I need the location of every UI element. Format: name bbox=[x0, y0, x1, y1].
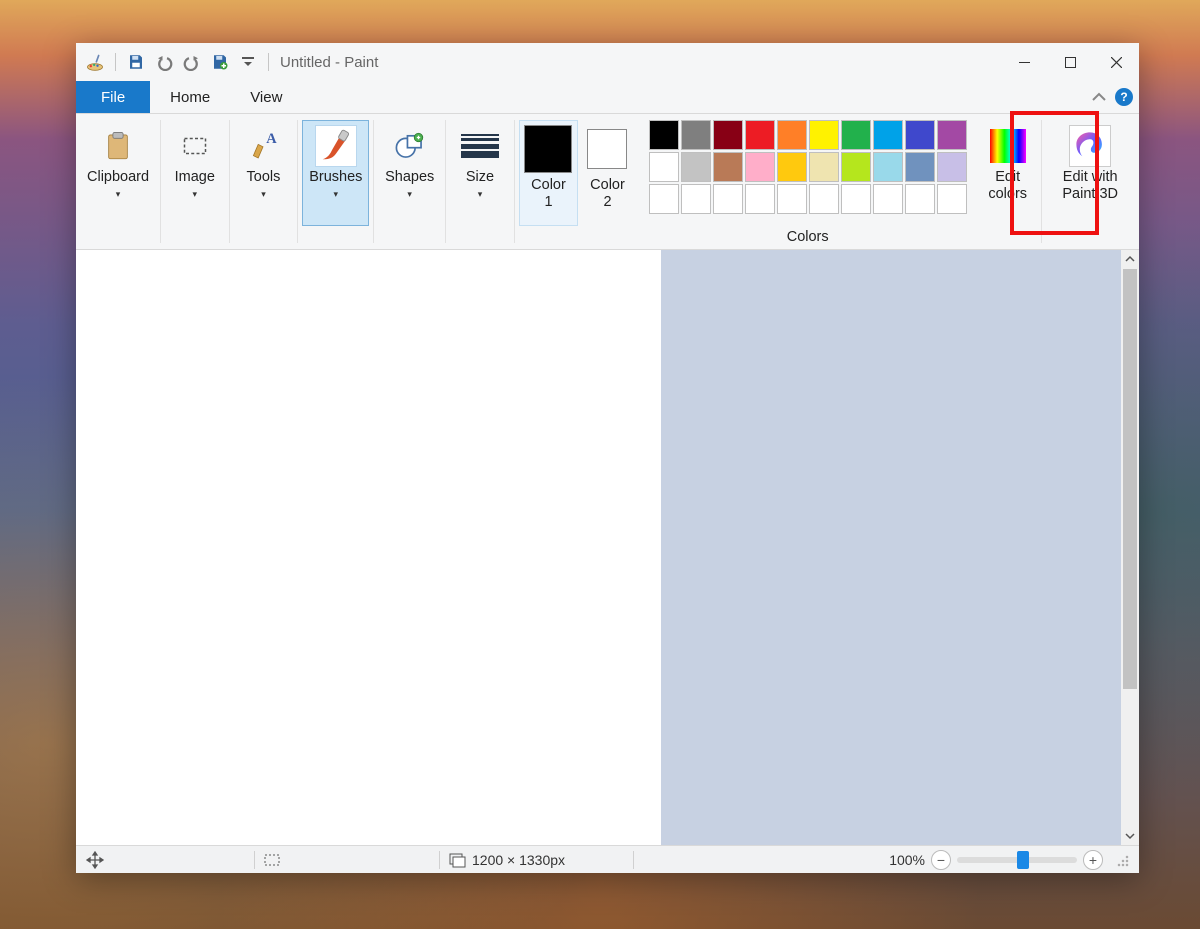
color2-button[interactable]: Color 2 bbox=[578, 120, 636, 226]
palette-swatch[interactable] bbox=[713, 184, 743, 214]
minimize-button[interactable] bbox=[1001, 46, 1047, 78]
palette-swatch[interactable] bbox=[713, 152, 743, 182]
palette-swatch[interactable] bbox=[937, 184, 967, 214]
scroll-down-icon[interactable] bbox=[1121, 827, 1139, 845]
palette-swatch[interactable] bbox=[905, 120, 935, 150]
color-palette-group: Colors bbox=[641, 114, 975, 249]
palette-swatch[interactable] bbox=[809, 152, 839, 182]
window-controls bbox=[1001, 46, 1139, 78]
tab-file[interactable]: File bbox=[76, 81, 150, 113]
palette-swatch[interactable] bbox=[905, 184, 935, 214]
resize-grip-icon[interactable] bbox=[1115, 853, 1129, 867]
palette-swatch[interactable] bbox=[777, 184, 807, 214]
palette-swatch[interactable] bbox=[777, 152, 807, 182]
palette-swatch[interactable] bbox=[713, 120, 743, 150]
svg-text:A: A bbox=[267, 131, 278, 147]
colors-group-label: Colors bbox=[787, 229, 829, 249]
zoom-out-button[interactable]: − bbox=[931, 850, 951, 870]
selection-icon bbox=[263, 851, 281, 869]
zoom-value: 100% bbox=[889, 852, 925, 868]
move-cursor-icon bbox=[86, 851, 104, 869]
title-bar: Untitled - Paint bbox=[76, 43, 1139, 81]
qat-customize-icon[interactable] bbox=[237, 51, 259, 73]
palette-swatch[interactable] bbox=[873, 152, 903, 182]
palette-swatch[interactable] bbox=[681, 120, 711, 150]
brushes-button[interactable]: Brushes ▾ bbox=[302, 120, 369, 226]
tools-button[interactable]: A Tools ▾ bbox=[233, 120, 293, 226]
app-icon bbox=[84, 51, 106, 73]
palette-swatch[interactable] bbox=[937, 152, 967, 182]
close-button[interactable] bbox=[1093, 46, 1139, 78]
brush-icon bbox=[315, 125, 357, 167]
dropdown-icon: ▾ bbox=[334, 189, 339, 200]
scroll-up-icon[interactable] bbox=[1121, 250, 1139, 268]
zoom-in-button[interactable]: + bbox=[1083, 850, 1103, 870]
paint-window: Untitled - Paint File Home View ? Clipbo… bbox=[76, 43, 1139, 873]
palette-swatch[interactable] bbox=[841, 120, 871, 150]
save-icon[interactable] bbox=[125, 51, 147, 73]
selection-size-section bbox=[255, 851, 289, 869]
clipboard-icon bbox=[97, 125, 139, 167]
select-rect-icon bbox=[174, 125, 216, 167]
collapse-ribbon-icon[interactable] bbox=[1091, 89, 1107, 105]
maximize-button[interactable] bbox=[1047, 46, 1093, 78]
tools-icon: A bbox=[242, 125, 284, 167]
dropdown-icon: ▾ bbox=[116, 189, 121, 200]
size-button[interactable]: Size ▾ bbox=[450, 120, 510, 226]
canvas-workspace[interactable] bbox=[76, 250, 1139, 845]
size-icon bbox=[459, 125, 501, 167]
palette-swatch[interactable] bbox=[809, 184, 839, 214]
shapes-button[interactable]: Shapes ▾ bbox=[378, 120, 441, 226]
zoom-slider-handle[interactable] bbox=[1017, 851, 1029, 869]
palette-swatch[interactable] bbox=[905, 152, 935, 182]
zoom-slider[interactable] bbox=[957, 857, 1077, 863]
window-title: Untitled - Paint bbox=[280, 54, 378, 71]
color1-swatch bbox=[524, 125, 572, 173]
color1-button[interactable]: Color 1 bbox=[519, 120, 579, 226]
canvas[interactable] bbox=[76, 250, 661, 845]
color-palette[interactable] bbox=[649, 120, 967, 214]
dropdown-icon: ▾ bbox=[478, 189, 483, 200]
undo-icon[interactable] bbox=[153, 51, 175, 73]
palette-swatch[interactable] bbox=[681, 152, 711, 182]
palette-swatch[interactable] bbox=[649, 120, 679, 150]
canvas-size-section: 1200 × 1330px bbox=[440, 851, 573, 869]
palette-swatch[interactable] bbox=[873, 184, 903, 214]
canvas-size-icon bbox=[448, 851, 466, 869]
clipboard-button[interactable]: Clipboard ▾ bbox=[80, 120, 156, 226]
dropdown-icon: ▾ bbox=[261, 189, 266, 200]
shapes-icon bbox=[389, 125, 431, 167]
palette-swatch[interactable] bbox=[745, 184, 775, 214]
scroll-thumb[interactable] bbox=[1123, 269, 1137, 689]
ribbon-tabs: File Home View ? bbox=[76, 81, 1139, 114]
palette-swatch[interactable] bbox=[873, 120, 903, 150]
red-annotation-box bbox=[1010, 111, 1099, 235]
canvas-dimensions: 1200 × 1330px bbox=[472, 852, 565, 868]
dropdown-icon: ▾ bbox=[407, 189, 412, 200]
palette-swatch[interactable] bbox=[777, 120, 807, 150]
tab-view[interactable]: View bbox=[230, 81, 302, 113]
save-as-icon[interactable] bbox=[209, 51, 231, 73]
dropdown-icon: ▾ bbox=[193, 189, 198, 200]
ribbon: Clipboard ▾ Image ▾ A Tools ▾ bbox=[76, 114, 1139, 250]
zoom-controls: 100% − + bbox=[889, 850, 1133, 870]
palette-swatch[interactable] bbox=[937, 120, 967, 150]
image-button[interactable]: Image ▾ bbox=[165, 120, 225, 226]
tab-home[interactable]: Home bbox=[150, 81, 230, 113]
status-bar: 1200 × 1330px 100% − + bbox=[76, 845, 1139, 873]
quick-access-toolbar bbox=[76, 51, 272, 73]
help-icon[interactable]: ? bbox=[1115, 88, 1133, 106]
color2-swatch bbox=[587, 129, 627, 169]
palette-swatch[interactable] bbox=[681, 184, 711, 214]
palette-swatch[interactable] bbox=[841, 184, 871, 214]
palette-swatch[interactable] bbox=[649, 152, 679, 182]
palette-swatch[interactable] bbox=[745, 120, 775, 150]
vertical-scrollbar[interactable] bbox=[1121, 250, 1139, 845]
redo-icon[interactable] bbox=[181, 51, 203, 73]
palette-swatch[interactable] bbox=[649, 184, 679, 214]
palette-swatch[interactable] bbox=[745, 152, 775, 182]
palette-swatch[interactable] bbox=[841, 152, 871, 182]
palette-swatch[interactable] bbox=[809, 120, 839, 150]
